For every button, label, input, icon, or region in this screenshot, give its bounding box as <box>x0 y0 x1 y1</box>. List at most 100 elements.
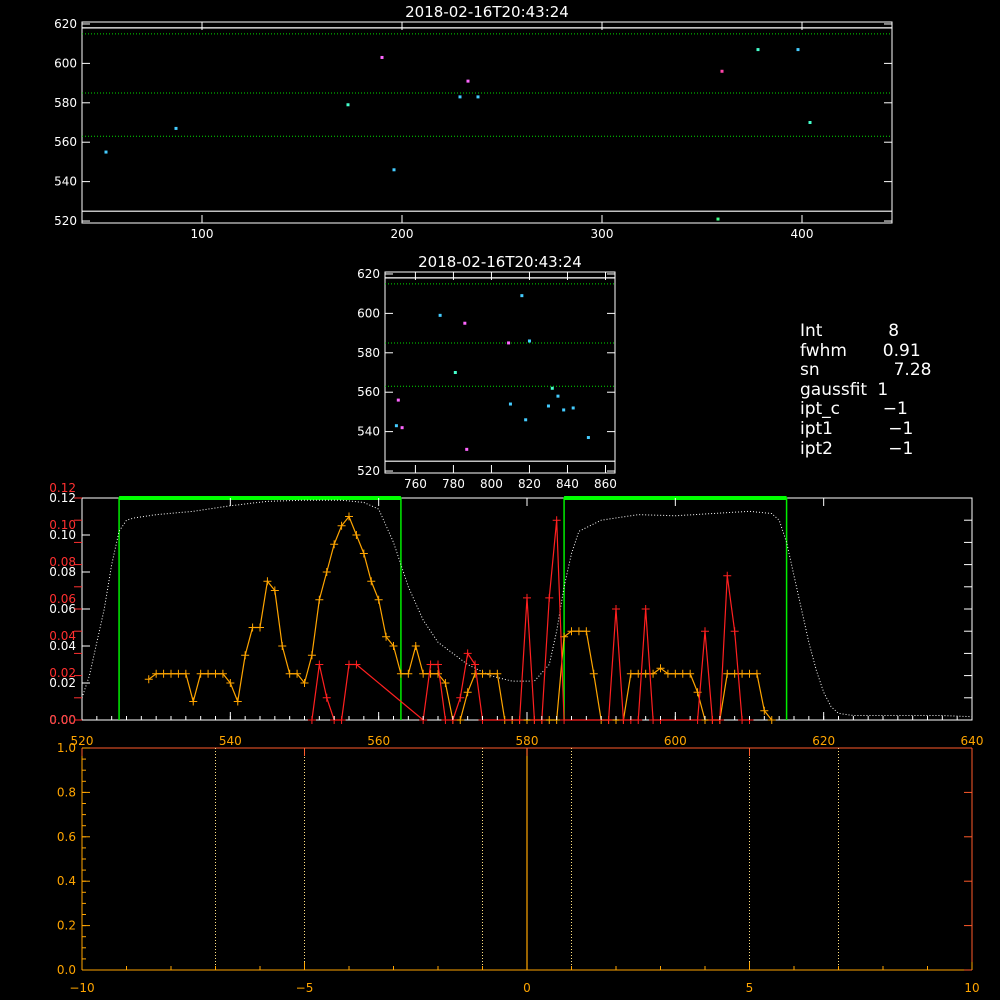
p3-series-orange-point <box>545 716 554 724</box>
p2-xtick-label: 820 <box>518 477 541 491</box>
p3-series-red-point <box>515 716 524 724</box>
p2-xtick-label: 840 <box>556 477 579 491</box>
p2-point <box>507 341 511 345</box>
p3-series-red-point <box>693 716 702 724</box>
p3-series-orange-point <box>485 669 494 678</box>
p3-series-orange-point <box>404 669 413 678</box>
p3-series-orange-point <box>419 669 428 678</box>
p3-series-orange-point <box>671 669 680 678</box>
p3-series-orange-point <box>330 540 339 549</box>
p3-series-red-point <box>560 716 569 724</box>
p3-series-orange-point <box>196 669 205 678</box>
p1-point <box>466 79 470 83</box>
p3-series-orange-point <box>456 716 465 724</box>
p3-series-orange-point <box>248 623 257 632</box>
p3-series-red-point <box>471 660 480 669</box>
p3-series-red-point <box>612 605 620 613</box>
p2-point <box>463 321 467 325</box>
p1-point <box>720 69 724 73</box>
p2-ytick-label: 560 <box>357 385 380 399</box>
p1-ytick-label: 560 <box>54 135 77 149</box>
p1-ytick-label: 600 <box>54 56 77 70</box>
info-key: ipt1 <box>800 418 833 439</box>
info-value: −1 <box>872 438 914 459</box>
info-row: ipt1 −1 <box>800 418 931 440</box>
p3-series-orange-point <box>159 669 168 678</box>
info-key: ipt2 <box>800 438 833 459</box>
p1-point <box>756 48 760 52</box>
p2-point <box>438 313 442 317</box>
p3-series-orange-point <box>256 623 264 632</box>
p2-xtick-label: 860 <box>594 477 617 491</box>
p3-xtick-label: 560 <box>367 734 390 748</box>
p2-point <box>524 418 528 422</box>
p3-series-orange-point <box>374 595 383 604</box>
info-row: Int 8 <box>800 321 931 342</box>
p3-series-red-point <box>552 516 561 525</box>
p3-series-red-point <box>701 627 709 636</box>
info-key: ipt_c <box>800 399 841 420</box>
p3-series-red-point <box>345 660 353 669</box>
p1-point <box>458 95 462 99</box>
p2-point <box>556 394 560 398</box>
p2-xtick-label: 800 <box>480 477 503 491</box>
p4-ytick-label: 0.4 <box>57 874 76 888</box>
p3-series-red-line <box>311 520 750 722</box>
p3-series-red-point <box>634 716 643 724</box>
info-value: 7.28 <box>872 360 932 381</box>
info-row: ipt2 −1 <box>800 438 931 460</box>
p3-series-orange-point <box>167 669 175 678</box>
p3-series-orange-point <box>641 669 650 678</box>
p2-ytick-label: 600 <box>357 306 380 320</box>
p3-ytick-overlay-label: 0.12 <box>49 481 76 495</box>
p3-series-red-point <box>434 660 442 669</box>
p3-series-orange-point <box>181 669 190 678</box>
p1-xtick-label: 300 <box>591 227 614 241</box>
p3-series-orange-point <box>426 669 435 678</box>
p1-ytick-label: 580 <box>54 96 77 110</box>
p2-point <box>546 404 550 408</box>
p3-series-orange-point <box>396 669 405 678</box>
p2-ytick-label: 580 <box>357 346 380 360</box>
p3-ytick-overlay-label: 0.10 <box>49 518 76 532</box>
info-key: gaussfit <box>800 379 868 400</box>
info-panel: Int 8 fwhm 0.91 sn 7.28 gaussfit 1 ipt_c −1 i… <box>800 321 932 460</box>
p3-series-orange-line <box>148 515 773 721</box>
p3-series-red-point <box>426 660 435 669</box>
p3-series-red-point <box>530 716 539 724</box>
p1-point <box>796 48 800 52</box>
p2-frame <box>384 271 616 474</box>
p3-series-orange-point <box>278 642 287 650</box>
p1-point <box>716 217 720 221</box>
info-value: 1 <box>872 379 889 400</box>
p2-point <box>571 406 575 410</box>
p3-series-transmission <box>81 499 973 718</box>
p2-point <box>520 294 524 298</box>
p3-xtick-label: 540 <box>219 734 242 748</box>
p3-series-red-point <box>730 627 739 636</box>
p1-xtick-label: 100 <box>191 227 214 241</box>
p3-series-orange-point <box>322 568 331 576</box>
p3-series-orange-point <box>174 669 183 678</box>
p1-point <box>174 126 178 130</box>
p1-point <box>346 103 350 107</box>
p4-ytick-label: 0.8 <box>57 785 76 799</box>
p1-frame <box>81 21 893 224</box>
p3-series-orange-point <box>359 549 368 558</box>
info-key: Int <box>800 321 823 341</box>
p3-series-red-point <box>723 571 732 580</box>
p3-series-orange-point <box>471 669 480 678</box>
p3-filter-box <box>563 497 788 720</box>
p3-series-orange-point <box>285 669 294 678</box>
p1-ytick-label: 620 <box>54 17 77 31</box>
p3-frame <box>81 497 973 721</box>
p1-point <box>380 55 384 59</box>
p2-point <box>527 339 531 343</box>
p3-series-orange-point <box>626 669 635 678</box>
p3-series-orange-point <box>582 627 591 636</box>
p2-xtick-label: 760 <box>404 477 427 491</box>
p2-title: 2018-02-16T20:43:24 <box>418 253 582 271</box>
p3-series-orange-point <box>233 697 242 706</box>
info-key: sn <box>800 360 820 381</box>
figure-canvas: 2018-02-16T20:43:24100 200 300 400520540560… <box>49 3 983 995</box>
